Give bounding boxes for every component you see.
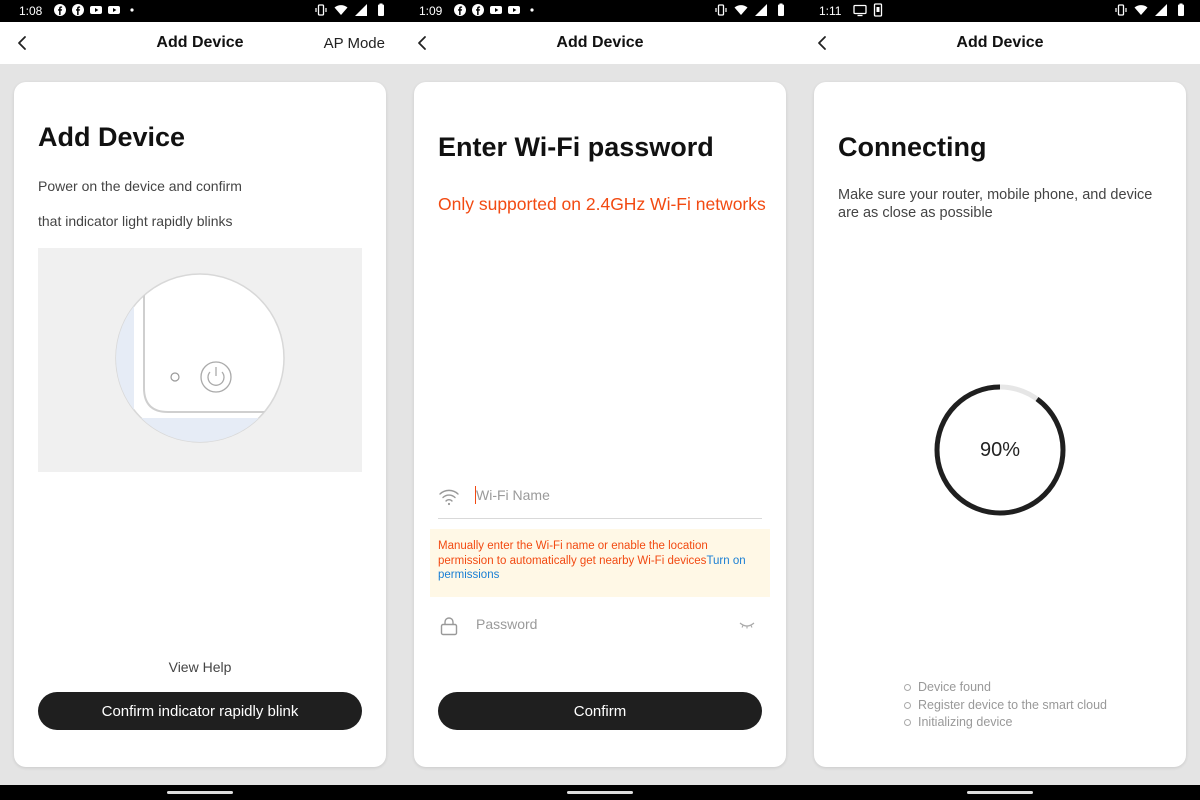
password-placeholder: Password bbox=[476, 616, 538, 632]
battery-icon bbox=[1178, 3, 1184, 16]
instruction-line-1: Power on the device and confirm bbox=[38, 178, 242, 194]
status-time: 1:09 bbox=[419, 4, 443, 18]
dot-icon bbox=[530, 8, 534, 12]
instruction-line-2: that indicator light rapidly blinks bbox=[38, 213, 233, 229]
system-icons bbox=[1114, 3, 1188, 17]
status-bar: 1:08 bbox=[0, 0, 400, 22]
card-title: Add Device bbox=[38, 122, 186, 152]
eye-closed-icon[interactable] bbox=[738, 617, 756, 633]
location-permission-warning: Manually enter the Wi-Fi name or enable … bbox=[430, 529, 770, 597]
card-title: Enter Wi-Fi password bbox=[438, 132, 714, 162]
connection-steps: Device found Register device to the smar… bbox=[904, 679, 1107, 732]
warning-text: Manually enter the Wi-Fi name or enable … bbox=[438, 540, 708, 567]
content-card: Connecting Make sure your router, mobile… bbox=[814, 82, 1186, 767]
wifi-icon bbox=[439, 489, 459, 506]
confirm-blink-button[interactable]: Confirm indicator rapidly blink bbox=[38, 692, 362, 730]
frequency-note: Only supported on 2.4GHz Wi-Fi networks bbox=[438, 194, 766, 214]
home-handle[interactable] bbox=[567, 791, 633, 794]
nav-bar bbox=[0, 785, 400, 800]
instruction-line-1: Make sure your router, mobile phone, and… bbox=[838, 187, 1153, 203]
youtube-icon bbox=[508, 6, 520, 14]
vibrate-icon bbox=[315, 4, 327, 16]
wifi-name-placeholder: Wi-Fi Name bbox=[476, 487, 550, 503]
system-icons bbox=[714, 3, 788, 17]
vibrate-icon bbox=[1115, 4, 1127, 16]
field-underline bbox=[438, 518, 762, 519]
header-title: Add Device bbox=[956, 34, 1044, 51]
app-header: Add Device bbox=[400, 22, 800, 64]
battery-icon bbox=[778, 3, 784, 16]
content-card: Add Device Power on the device and confi… bbox=[14, 82, 386, 767]
password-field[interactable]: Password bbox=[438, 605, 762, 647]
signal-icon bbox=[1155, 4, 1167, 16]
app-header: Add Device AP Mode bbox=[0, 22, 400, 64]
screen-connecting: 1:11 Add Device Connecting Make sure you… bbox=[800, 0, 1200, 800]
notification-icons bbox=[453, 3, 539, 17]
notification-icons bbox=[53, 3, 139, 17]
nav-bar bbox=[800, 785, 1200, 800]
view-help-link[interactable]: View Help bbox=[14, 659, 386, 675]
notification-icons bbox=[853, 3, 885, 17]
progress-percent: 90% bbox=[979, 438, 1021, 461]
header-title: Add Device bbox=[556, 34, 644, 51]
step-initializing: Initializing device bbox=[904, 714, 1107, 732]
card-title: Connecting bbox=[838, 132, 987, 162]
status-time: 1:11 bbox=[819, 4, 842, 18]
battery-icon bbox=[378, 3, 384, 16]
wifi-name-field[interactable]: Wi-Fi Name bbox=[438, 476, 762, 519]
wifi-icon bbox=[334, 5, 348, 15]
device-illustration bbox=[38, 248, 362, 472]
content-card: Enter Wi-Fi password Only supported on 2… bbox=[414, 82, 786, 767]
screen-add-device: 1:08 Add Device AP Mode Add Device Power… bbox=[0, 0, 400, 800]
youtube-icon bbox=[90, 6, 102, 14]
confirm-button[interactable]: Confirm bbox=[438, 692, 762, 730]
vibrate-icon bbox=[715, 4, 727, 16]
facebook-icon bbox=[72, 4, 84, 16]
nav-bar bbox=[400, 785, 800, 800]
signal-icon bbox=[755, 4, 767, 16]
screen-wifi-password: 1:09 Add Device Enter Wi-Fi password Onl… bbox=[400, 0, 800, 800]
status-time: 1:08 bbox=[19, 4, 43, 18]
facebook-icon bbox=[454, 4, 466, 16]
home-handle[interactable] bbox=[967, 791, 1033, 794]
wifi-icon bbox=[734, 5, 748, 15]
facebook-icon bbox=[472, 4, 484, 16]
system-icons bbox=[314, 3, 388, 17]
status-bar: 1:11 bbox=[800, 0, 1200, 22]
lock-icon bbox=[440, 617, 458, 636]
wifi-icon bbox=[1134, 5, 1148, 15]
home-handle[interactable] bbox=[167, 791, 233, 794]
signal-icon bbox=[355, 4, 367, 16]
dot-icon bbox=[130, 8, 134, 12]
status-bar: 1:09 bbox=[400, 0, 800, 22]
ap-mode-button[interactable]: AP Mode bbox=[324, 35, 385, 52]
facebook-icon bbox=[54, 4, 66, 16]
app-header: Add Device bbox=[800, 22, 1200, 64]
step-register-cloud: Register device to the smart cloud bbox=[904, 697, 1107, 715]
step-device-found: Device found bbox=[904, 679, 1107, 697]
phone-device-icon bbox=[873, 3, 883, 17]
youtube-icon bbox=[490, 6, 502, 14]
instruction-line-2: are as close as possible bbox=[838, 205, 993, 221]
cast-screen-icon bbox=[853, 4, 867, 17]
youtube-icon bbox=[108, 6, 120, 14]
